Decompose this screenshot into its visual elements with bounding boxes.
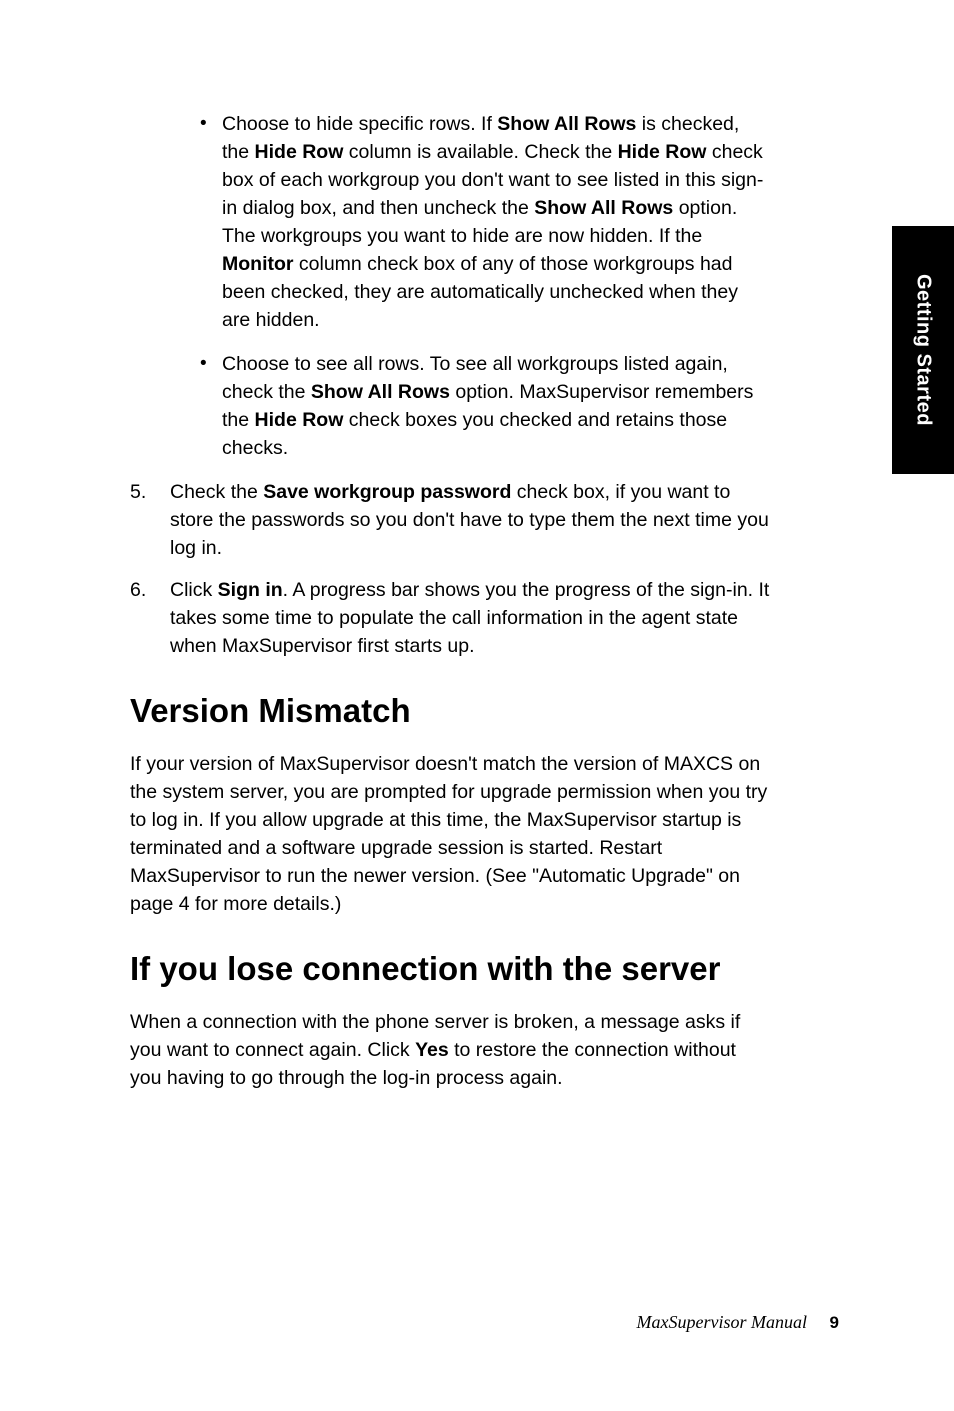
step-text: Click Sign in. A progress bar shows you …	[170, 576, 770, 660]
step-number: 5.	[130, 478, 170, 562]
content-area: • Choose to hide specific rows. If Show …	[130, 110, 770, 1092]
para-lose-connection: When a connection with the phone server …	[130, 1008, 770, 1092]
footer-page-number: 9	[830, 1313, 839, 1332]
para-version-mismatch: If your version of MaxSupervisor doesn't…	[130, 750, 770, 918]
side-tab: Getting Started	[892, 226, 954, 474]
step-text: Check the Save workgroup password check …	[170, 478, 770, 562]
side-tab-label: Getting Started	[912, 274, 935, 426]
bullet-text: Choose to see all rows. To see all workg…	[222, 350, 770, 462]
step-6: 6. Click Sign in. A progress bar shows y…	[130, 576, 770, 660]
page: Getting Started • Choose to hide specifi…	[0, 0, 954, 1411]
bullet-item-1: • Choose to hide specific rows. If Show …	[200, 110, 770, 334]
step-5: 5. Check the Save workgroup password che…	[130, 478, 770, 562]
heading-lose-connection: If you lose connection with the server	[130, 950, 770, 988]
bullet-mark: •	[200, 350, 222, 462]
footer-title: MaxSupervisor Manual	[637, 1312, 807, 1332]
bullet-text: Choose to hide specific rows. If Show Al…	[222, 110, 770, 334]
bullet-item-2: • Choose to see all rows. To see all wor…	[200, 350, 770, 462]
bullet-mark: •	[200, 110, 222, 334]
footer: MaxSupervisor Manual 9	[637, 1312, 839, 1333]
step-number: 6.	[130, 576, 170, 660]
heading-version-mismatch: Version Mismatch	[130, 692, 770, 730]
